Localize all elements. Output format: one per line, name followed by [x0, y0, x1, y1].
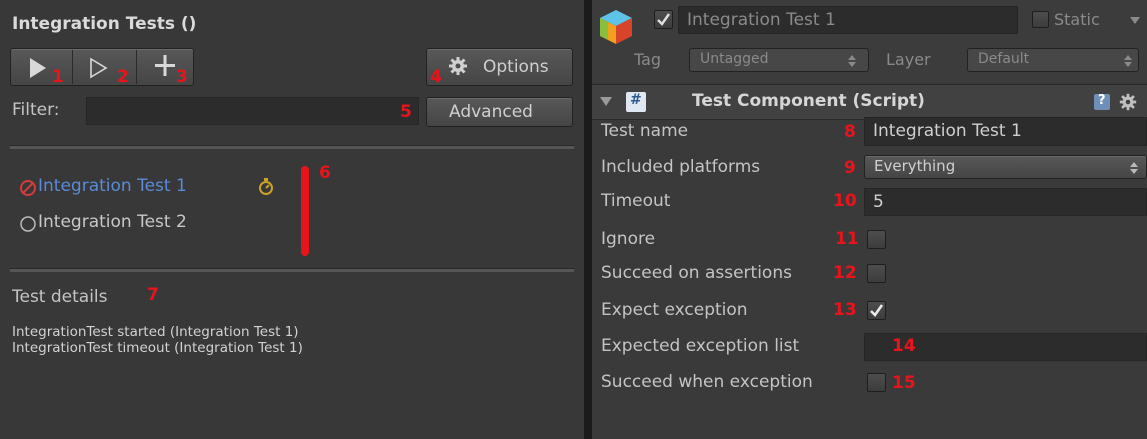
- dropdown-arrows-icon: [1130, 162, 1138, 174]
- marker-10: 10: [833, 191, 857, 211]
- object-name-field[interactable]: Integration Test 1: [678, 6, 1018, 34]
- marker-5: 5: [400, 102, 412, 122]
- panel-title: Integration Tests (): [12, 14, 197, 34]
- marker-3: 3: [176, 67, 188, 87]
- dropdown-arrows-icon: [848, 55, 856, 67]
- succeed-assertions-checkbox[interactable]: [867, 264, 886, 283]
- marker-12: 12: [833, 263, 857, 283]
- checkmark-icon: [870, 304, 884, 318]
- log-line: IntegrationTest timeout (Integration Tes…: [12, 340, 303, 356]
- inspector-panel: Integration Test 1 Static Tag Untagged L…: [592, 0, 1147, 439]
- advanced-label: Advanced: [449, 102, 533, 122]
- timeout-label: Timeout: [601, 191, 671, 211]
- marker-2: 2: [117, 67, 129, 87]
- log-line: IntegrationTest started (Integration Tes…: [12, 324, 299, 340]
- static-checkbox[interactable]: [1032, 11, 1049, 28]
- marker-8: 8: [844, 122, 856, 142]
- component-title: Test Component (Script): [692, 91, 925, 111]
- divider: [10, 145, 574, 149]
- integration-tests-panel: Integration Tests () Options Filter: Adv…: [0, 0, 584, 439]
- succeed-assertions-label: Succeed on assertions: [601, 263, 792, 283]
- timeout-field[interactable]: 5: [864, 188, 1147, 216]
- foldout-arrow-icon[interactable]: [600, 97, 612, 107]
- details-log: IntegrationTest started (Integration Tes…: [12, 324, 303, 356]
- marker-11: 11: [835, 229, 859, 249]
- platforms-dropdown[interactable]: Everything: [864, 155, 1147, 179]
- active-checkbox[interactable]: [654, 10, 673, 29]
- marker-14: 14: [892, 336, 916, 356]
- marker-9: 9: [844, 158, 856, 178]
- expect-exception-checkbox[interactable]: [867, 301, 886, 320]
- gear-icon: [449, 57, 467, 75]
- details-title: Test details: [12, 287, 108, 307]
- failed-status-icon: [20, 180, 36, 196]
- platforms-value: Everything: [874, 157, 956, 175]
- help-icon[interactable]: ?: [1094, 93, 1110, 110]
- expect-exception-label: Expect exception: [601, 300, 748, 320]
- gear-icon[interactable]: [1118, 92, 1138, 112]
- ignore-label: Ignore: [601, 229, 656, 249]
- cube-icon: [600, 10, 632, 44]
- stopwatch-icon: [259, 178, 273, 195]
- tag-value: Untagged: [700, 51, 769, 67]
- component-header[interactable]: # Test Component (Script) ?: [592, 84, 1147, 120]
- static-label: Static: [1054, 10, 1100, 29]
- marker-13: 13: [833, 300, 857, 320]
- expected-list-label: Expected exception list: [601, 336, 800, 356]
- test-name-label: Test name: [601, 121, 689, 141]
- marker-7: 7: [147, 285, 159, 305]
- chevron-down-icon[interactable]: [1130, 17, 1140, 25]
- test-name: Integration Test 2: [38, 212, 187, 232]
- options-label: Options: [483, 57, 549, 77]
- dropdown-arrows-icon: [1124, 55, 1132, 67]
- advanced-button[interactable]: Advanced: [426, 97, 573, 127]
- test-item-1[interactable]: Integration Test 1: [14, 176, 284, 200]
- filter-label: Filter:: [12, 100, 60, 120]
- marker-4: 4: [430, 67, 442, 87]
- csharp-script-icon: #: [626, 92, 646, 112]
- succeed-exception-label: Succeed when exception: [601, 372, 813, 392]
- checkmark-icon: [657, 13, 670, 26]
- filter-input[interactable]: [86, 97, 419, 125]
- platforms-label: Included platforms: [601, 157, 761, 177]
- marker-15: 15: [892, 373, 916, 393]
- test-name-field[interactable]: Integration Test 1: [864, 117, 1147, 146]
- marker-1: 1: [52, 67, 64, 87]
- layer-dropdown[interactable]: Default: [967, 48, 1139, 72]
- test-name: Integration Test 1: [38, 176, 187, 196]
- marker-6: 6: [319, 163, 331, 183]
- marker-bar: [301, 166, 309, 256]
- not-run-status-icon: [20, 216, 36, 232]
- layer-label: Layer: [886, 50, 931, 69]
- tag-dropdown[interactable]: Untagged: [689, 48, 869, 72]
- ignore-checkbox[interactable]: [867, 230, 886, 249]
- options-button[interactable]: Options: [426, 48, 573, 86]
- tag-label: Tag: [634, 50, 662, 69]
- layer-value: Default: [978, 51, 1030, 67]
- divider: [10, 268, 574, 272]
- test-item-2[interactable]: Integration Test 2: [14, 212, 284, 236]
- succeed-exception-checkbox[interactable]: [867, 373, 886, 392]
